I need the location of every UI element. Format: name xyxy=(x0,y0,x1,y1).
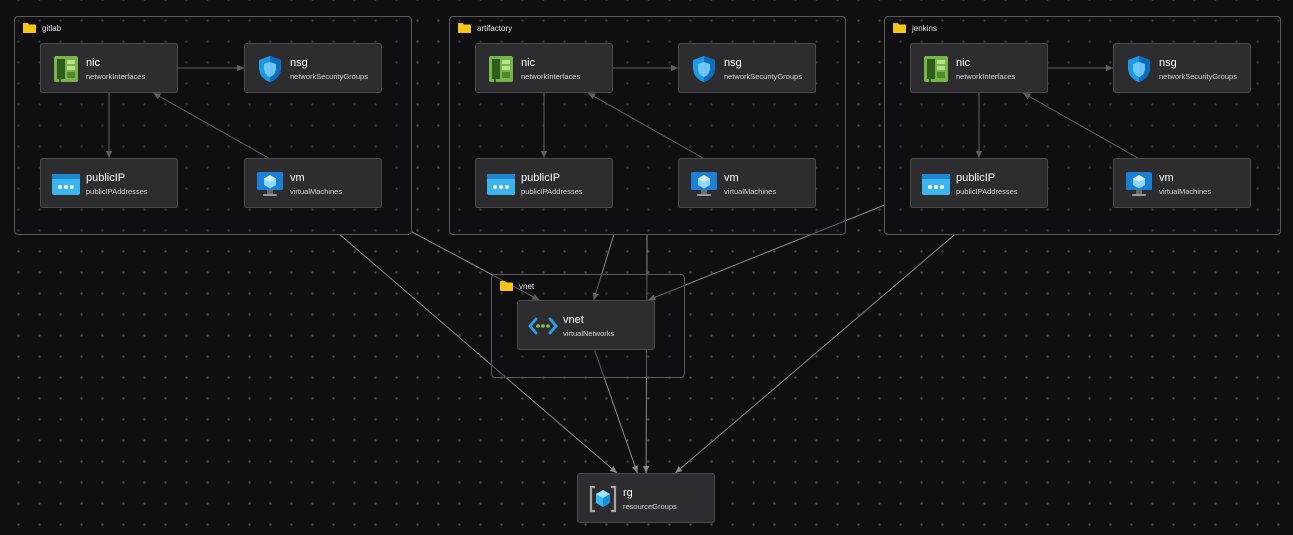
node-type: networkSecurityGroups xyxy=(1159,72,1237,81)
node-artifactory-publicip[interactable]: publicIP publicIPAddresses xyxy=(475,158,613,208)
resource-group-icon xyxy=(588,484,618,514)
folder-icon xyxy=(500,281,513,291)
group-name-vnet: vnet xyxy=(519,281,535,291)
node-gitlab-vm[interactable]: vm virtualMachines xyxy=(244,158,382,208)
node-title: rg xyxy=(623,487,633,499)
node-type: publicIPAddresses xyxy=(86,187,148,196)
node-type: publicIPAddresses xyxy=(956,187,1018,196)
nic-icon xyxy=(486,54,516,84)
group-name-artifactory: artifactory xyxy=(477,23,513,33)
group-name-gitlab: gitlab xyxy=(42,23,62,33)
node-title: publicIP xyxy=(521,172,561,184)
shield-icon xyxy=(255,54,285,84)
node-title: vnet xyxy=(563,314,584,326)
node-title: nsg xyxy=(1159,57,1177,69)
node-type: networkSecurityGroups xyxy=(290,72,368,81)
node-title: nic xyxy=(86,57,101,69)
node-jenkins-vm[interactable]: vm virtualMachines xyxy=(1113,158,1251,208)
node-title: nic xyxy=(521,57,536,69)
node-type: networkSecurityGroups xyxy=(724,72,802,81)
node-title: nsg xyxy=(724,57,742,69)
folder-icon xyxy=(458,23,471,33)
node-type: networkInterfaces xyxy=(521,72,581,81)
public-ip-icon xyxy=(51,169,81,199)
vnet-icon xyxy=(528,311,558,341)
shield-icon xyxy=(1124,54,1154,84)
node-rg[interactable]: rg resourceGroups xyxy=(577,473,715,523)
node-type: networkInterfaces xyxy=(956,72,1016,81)
edge-jenkins-to-rg xyxy=(674,234,955,474)
group-name-jenkins: jenkins xyxy=(912,23,937,33)
node-title: nsg xyxy=(290,57,308,69)
node-title: vm xyxy=(724,172,739,184)
node-title: publicIP xyxy=(956,172,996,184)
node-type: publicIPAddresses xyxy=(521,187,583,196)
node-type: resourceGroups xyxy=(623,502,677,511)
node-type: virtualMachines xyxy=(290,187,343,196)
monitor-icon xyxy=(255,169,285,199)
node-title: nic xyxy=(956,57,971,69)
node-artifactory-vm[interactable]: vm virtualMachines xyxy=(678,158,816,208)
group-label: jenkins xyxy=(893,23,937,33)
node-artifactory-nsg[interactable]: nsg networkSecurityGroups xyxy=(678,43,816,93)
public-ip-icon xyxy=(486,169,516,199)
group-label: vnet xyxy=(500,281,534,291)
node-type: virtualNetworks xyxy=(563,329,615,338)
node-artifactory-nic[interactable]: nic networkInterfaces xyxy=(475,43,613,93)
node-gitlab-nic[interactable]: nic networkInterfaces xyxy=(40,43,178,93)
nic-icon xyxy=(51,54,81,84)
node-type: networkInterfaces xyxy=(86,72,146,81)
node-gitlab-nsg[interactable]: nsg networkSecurityGroups xyxy=(244,43,382,93)
folder-icon xyxy=(893,23,906,33)
node-jenkins-nsg[interactable]: nsg networkSecurityGroups xyxy=(1113,43,1251,93)
node-title: publicIP xyxy=(86,172,126,184)
node-type: virtualMachines xyxy=(1159,187,1212,196)
folder-icon xyxy=(23,23,36,33)
node-jenkins-nic[interactable]: nic networkInterfaces xyxy=(910,43,1048,93)
group-label: artifactory xyxy=(458,23,512,33)
node-vnet[interactable]: vnet virtualNetworks xyxy=(517,300,655,350)
node-title: vm xyxy=(1159,172,1174,184)
shield-icon xyxy=(689,54,719,84)
public-ip-icon xyxy=(921,169,951,199)
node-jenkins-publicip[interactable]: publicIP publicIPAddresses xyxy=(910,158,1048,208)
nic-icon xyxy=(921,54,951,84)
monitor-icon xyxy=(1124,169,1154,199)
monitor-icon xyxy=(689,169,719,199)
node-type: virtualMachines xyxy=(724,187,777,196)
node-title: vm xyxy=(290,172,305,184)
node-gitlab-publicip[interactable]: publicIP publicIPAddresses xyxy=(40,158,178,208)
group-label: gitlab xyxy=(23,23,61,33)
